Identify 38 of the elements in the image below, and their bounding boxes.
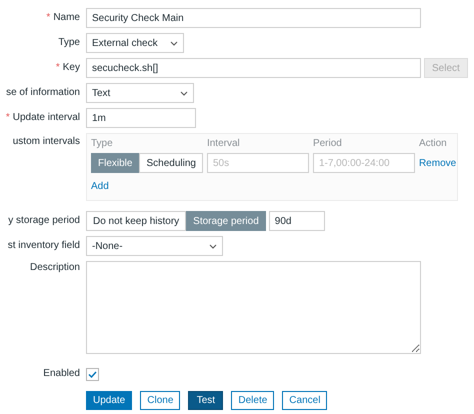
field-label: * Key xyxy=(56,62,80,73)
chevron-down-icon xyxy=(170,40,178,46)
form-button[interactable]: Clone xyxy=(140,391,180,410)
form-button[interactable]: Update xyxy=(86,391,132,410)
field-label: Type xyxy=(58,37,80,48)
field-label: Description xyxy=(30,262,80,273)
field-label: y storage period xyxy=(8,215,80,226)
chevron-down-icon xyxy=(209,244,217,248)
field-label: Enabled xyxy=(43,368,80,379)
dropdown[interactable]: Text xyxy=(86,83,194,103)
toggle-option[interactable]: Scheduling xyxy=(139,153,203,173)
add-link[interactable]: Add xyxy=(91,181,109,192)
column-header: Type xyxy=(91,138,113,149)
column-header: Period xyxy=(312,138,342,149)
checkbox[interactable] xyxy=(86,368,99,381)
form-button[interactable]: Delete xyxy=(231,391,274,410)
text-field[interactable]: 90d xyxy=(268,211,325,231)
dropdown[interactable]: External check xyxy=(86,33,184,53)
dropdown[interactable]: -None- xyxy=(86,236,223,256)
checkmark-icon xyxy=(88,371,97,378)
column-header: Action xyxy=(418,138,447,149)
field-label: * Name xyxy=(46,12,80,23)
text-field[interactable]: Security Check Main xyxy=(86,8,421,28)
field-label: st inventory field xyxy=(8,240,80,251)
field-label: * Update interval xyxy=(6,112,80,123)
chevron-down-icon xyxy=(180,90,188,96)
field-label: ustom intervals xyxy=(12,136,80,147)
text-field[interactable]: secucheck.sh[] xyxy=(86,58,421,78)
column-header: Interval xyxy=(206,138,240,149)
remove-link[interactable]: Remove xyxy=(418,158,456,168)
text-field[interactable]: 1m xyxy=(86,108,196,128)
form-button[interactable]: Cancel xyxy=(282,391,328,410)
description-field[interactable] xyxy=(86,261,421,354)
form-button[interactable]: Test xyxy=(188,391,224,410)
field-label: se of information xyxy=(6,87,80,98)
interval-field[interactable]: 50s xyxy=(206,153,309,173)
period-field[interactable]: 1-7,00:00-24:00 xyxy=(312,153,415,173)
toggle-option[interactable]: Do not keep history xyxy=(86,211,186,231)
